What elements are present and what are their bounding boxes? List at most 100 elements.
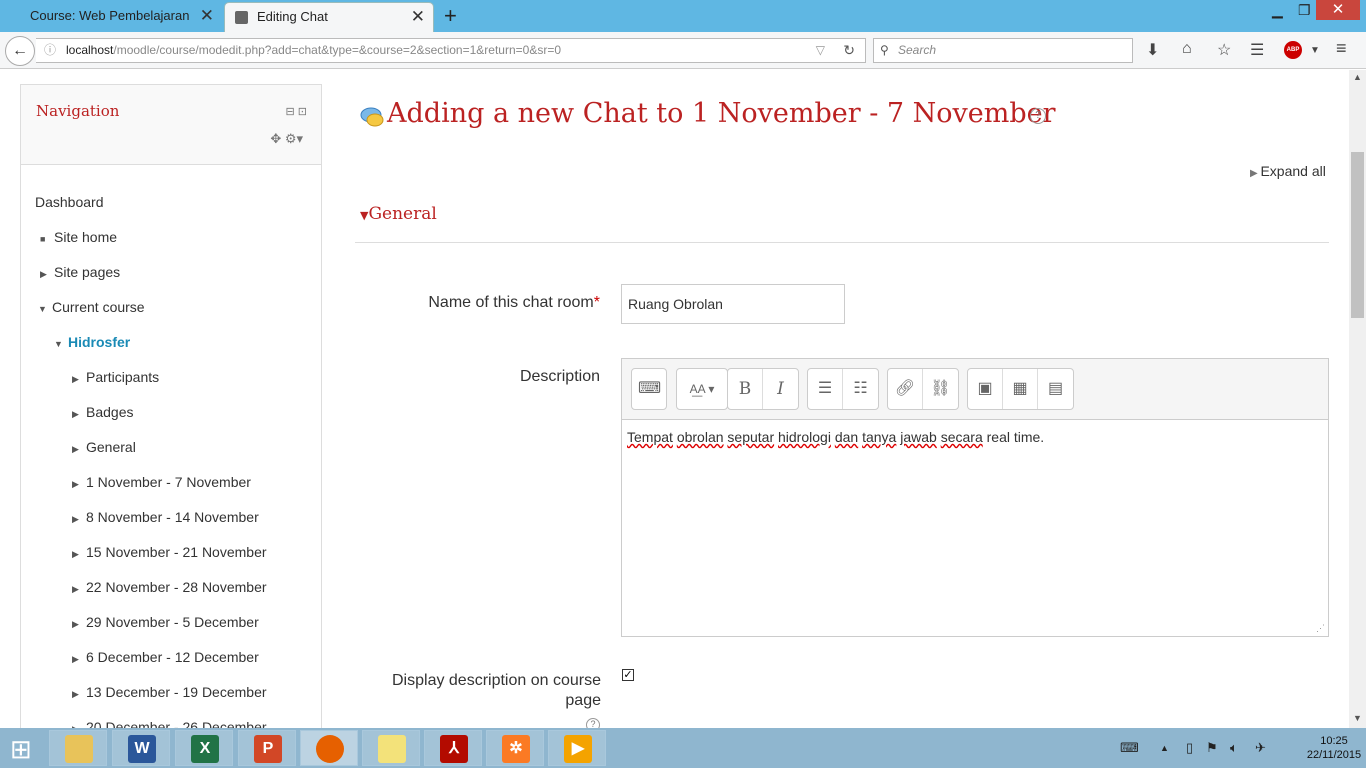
bullet-icon: ■ xyxy=(40,234,46,244)
image-icon[interactable]: ▣ xyxy=(968,369,1003,409)
expand-arrow-icon: ▶ xyxy=(72,549,79,559)
xampp-button[interactable]: ✲ xyxy=(486,730,544,766)
minimize-icon[interactable]: ▁ xyxy=(1272,2,1283,19)
nav-item-participants[interactable]: ▶ Participants xyxy=(72,369,159,385)
text-style-icon[interactable]: A͟A ▾ xyxy=(677,369,727,409)
nav-item-general[interactable]: ▶ General xyxy=(72,439,136,455)
search-input[interactable]: ⚲ Search xyxy=(873,38,1133,63)
page-scrollbar[interactable]: ▲ ▼ xyxy=(1349,70,1366,728)
required-asterisk-icon: * xyxy=(593,294,600,311)
show-hidden-icons-icon[interactable]: ▲ xyxy=(1160,743,1169,753)
navigation-title: Navigation xyxy=(36,102,120,120)
site-info-icon[interactable]: ⓘ xyxy=(44,39,56,62)
help-icon[interactable]: ? xyxy=(1030,108,1046,124)
nav-item-site-pages[interactable]: ▶ Site pages xyxy=(40,264,120,280)
powerpoint-icon: P xyxy=(254,735,282,763)
section-general-header[interactable]: ▼General xyxy=(360,204,437,224)
nav-item-site-home[interactable]: ■ Site home xyxy=(40,229,117,245)
back-button[interactable]: ← xyxy=(5,36,35,66)
move-and-settings-icon[interactable]: ✥ ⚙▾ xyxy=(270,131,303,147)
nav-item-current-course[interactable]: ▼ Current course xyxy=(38,299,145,315)
nav-item-badges[interactable]: ▶ Badges xyxy=(72,404,133,420)
windows-start-icon[interactable]: ⊞ xyxy=(10,734,32,765)
ordered-list-icon[interactable]: ☷ xyxy=(843,369,878,409)
word-button[interactable]: W xyxy=(112,730,170,766)
new-tab-button[interactable]: + xyxy=(444,3,457,29)
folder-icon xyxy=(65,735,93,763)
media-icon[interactable]: ▦ xyxy=(1003,369,1038,409)
search-icon: ⚲ xyxy=(880,43,889,57)
nav-item-week-5[interactable]: ▶ 29 November - 5 December xyxy=(72,614,259,630)
close-tab-icon[interactable]: ✕ xyxy=(200,2,214,30)
media-player-button[interactable]: ▶ xyxy=(548,730,606,766)
expand-arrow-icon: ▶ xyxy=(40,269,47,279)
nav-item-week-8[interactable]: ▶20 December - 26 December xyxy=(72,719,267,728)
dock-block-icon[interactable]: ⊟ ⊡ xyxy=(286,105,308,118)
nav-item-hidrosfer[interactable]: ▼ Hidrosfer xyxy=(54,334,130,350)
excel-icon: X xyxy=(191,735,219,763)
display-description-checkbox[interactable]: ✓ xyxy=(622,669,634,681)
tab-editing-chat[interactable]: Editing Chat ✕ xyxy=(224,2,434,32)
url-dropdown-icon[interactable]: ▽ xyxy=(816,39,825,62)
keyboard-icon[interactable]: ⌨ xyxy=(1120,740,1139,756)
nav-item-week-6[interactable]: ▶ 6 December - 12 December xyxy=(72,649,259,665)
page-content: Navigation ⊟ ⊡ ✥ ⚙▾ Dashboard ■ Site home… xyxy=(0,70,1349,728)
reading-list-icon[interactable]: ☰ xyxy=(1250,40,1264,60)
action-center-flag-icon[interactable]: ⚑ xyxy=(1206,740,1218,756)
download-icon[interactable]: ⬇ xyxy=(1146,40,1159,60)
maximize-icon[interactable]: ❐ xyxy=(1298,2,1311,19)
home-icon[interactable]: ⌂ xyxy=(1182,40,1192,58)
xampp-icon: ✲ xyxy=(502,735,530,763)
nav-item-week-2[interactable]: ▶ 8 November - 14 November xyxy=(72,509,259,525)
sticky-notes-button[interactable] xyxy=(362,730,420,766)
close-tab-icon[interactable]: ✕ xyxy=(411,3,425,31)
nav-item-week-4[interactable]: ▶ 22 November - 28 November xyxy=(72,579,267,595)
expand-arrow-icon: ▶ xyxy=(72,444,79,454)
battery-icon[interactable]: ▯ xyxy=(1186,740,1193,756)
collapse-arrow-icon: ▼ xyxy=(54,339,63,349)
abp-dropdown-icon[interactable]: ▼ xyxy=(1310,45,1320,56)
description-editor[interactable]: ⌨ A͟A ▾ B I ☰ ☷ 🔗︎ ⛓ ▣ ▦ ▤ Tempat obrola… xyxy=(621,358,1329,637)
chat-room-name-input[interactable]: Ruang Obrolan xyxy=(621,284,845,324)
toolbar-toggle-icon[interactable]: ⌨ xyxy=(632,369,667,409)
help-icon[interactable]: ? xyxy=(586,718,600,728)
reload-icon[interactable]: ↻ xyxy=(843,39,855,62)
adblock-plus-icon[interactable]: ABP xyxy=(1284,41,1302,59)
nav-item-dashboard[interactable]: Dashboard xyxy=(35,194,104,210)
link-icon[interactable]: 🔗︎ xyxy=(888,369,923,409)
editor-toolbar: ⌨ A͟A ▾ B I ☰ ☷ 🔗︎ ⛓ ▣ ▦ ▤ xyxy=(622,359,1328,420)
expand-all-link[interactable]: ▶ Expand all xyxy=(1250,163,1326,179)
tab-course-web-pembelajaran[interactable]: Course: Web Pembelajaran ✕ xyxy=(6,2,222,32)
scrollbar-thumb[interactable] xyxy=(1351,152,1364,318)
system-clock[interactable]: 10:25 22/11/2015 xyxy=(1306,734,1362,762)
firefox-button[interactable] xyxy=(300,730,358,766)
nav-item-week-1[interactable]: ▶ 1 November - 7 November xyxy=(72,474,251,490)
expand-arrow-icon: ▶ xyxy=(72,584,79,594)
file-explorer-button[interactable] xyxy=(49,730,107,766)
scroll-up-icon[interactable]: ▲ xyxy=(1353,72,1362,82)
section-divider xyxy=(355,242,1329,243)
nav-item-week-3[interactable]: ▶ 15 November - 21 November xyxy=(72,544,267,560)
excel-button[interactable]: X xyxy=(175,730,233,766)
window-close-button[interactable]: ✕ xyxy=(1316,0,1360,20)
bookmark-star-icon[interactable]: ☆ xyxy=(1217,40,1231,60)
file-manage-icon[interactable]: ▤ xyxy=(1038,369,1073,409)
search-placeholder: Search xyxy=(898,43,937,57)
unlink-icon[interactable]: ⛓ xyxy=(923,369,958,409)
powerpoint-button[interactable]: P xyxy=(238,730,296,766)
italic-icon[interactable]: I xyxy=(763,369,798,409)
clock-date: 22/11/2015 xyxy=(1306,749,1362,761)
volume-icon[interactable]: 🔈︎ xyxy=(1230,740,1238,756)
menu-icon[interactable]: ≡ xyxy=(1336,38,1347,59)
scroll-down-icon[interactable]: ▼ xyxy=(1353,713,1362,723)
windows-taskbar: ⊞ W X P ⅄ ✲ ▶ ⌨ ▲ ▯ ⚑ 🔈︎ ✈ 10:25 22/11/2… xyxy=(0,728,1366,768)
url-bar[interactable]: ⓘ localhost/moodle/course/modedit.php?ad… xyxy=(36,38,866,63)
acrobat-icon: ⅄ xyxy=(440,735,468,763)
unordered-list-icon[interactable]: ☰ xyxy=(808,369,843,409)
acrobat-button[interactable]: ⅄ xyxy=(424,730,482,766)
nav-item-week-7[interactable]: ▶ 13 December - 19 December xyxy=(72,684,267,700)
resize-grip-icon[interactable]: ⋰ xyxy=(1316,623,1325,634)
bold-icon[interactable]: B xyxy=(728,369,763,409)
expand-arrow-icon: ▶ xyxy=(72,514,79,524)
airplane-mode-icon[interactable]: ✈ xyxy=(1255,740,1266,756)
